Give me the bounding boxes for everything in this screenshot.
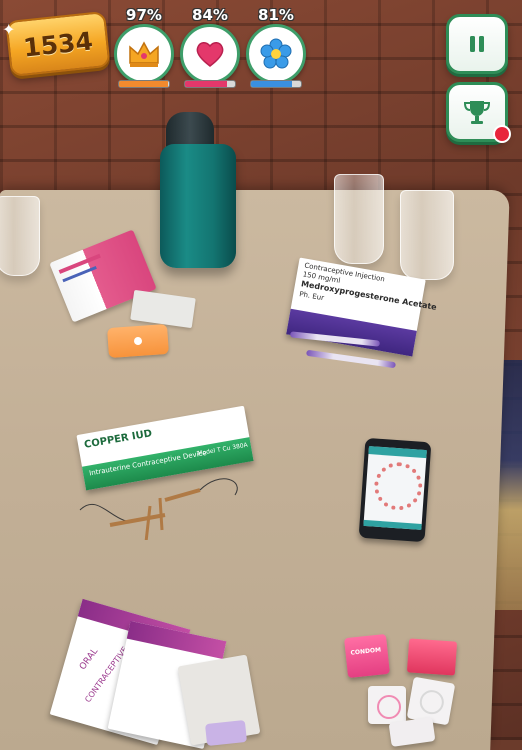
stat-crown-percent: 97% bbox=[126, 6, 162, 24]
stat-crown-bar bbox=[118, 80, 170, 88]
stat-heart[interactable]: 84% bbox=[180, 6, 240, 88]
iud-devices[interactable] bbox=[70, 470, 250, 543]
cycle-ring bbox=[372, 460, 424, 512]
condom-box-2[interactable] bbox=[406, 638, 458, 676]
stat-crown[interactable]: 97% bbox=[114, 6, 174, 88]
water-bottle[interactable] bbox=[158, 112, 238, 270]
sparkle-icon: ✦ bbox=[2, 20, 16, 39]
stat-crown-circle bbox=[114, 24, 174, 84]
trophy-icon bbox=[463, 101, 491, 124]
plastic-cup-left[interactable] bbox=[0, 196, 40, 276]
stat-flower-percent: 81% bbox=[258, 6, 294, 24]
bottle-body bbox=[160, 144, 236, 268]
contraceptive-patch[interactable] bbox=[107, 323, 169, 359]
stat-flower[interactable]: 81% bbox=[246, 6, 306, 88]
stat-heart-percent: 84% bbox=[192, 6, 228, 24]
stat-flower-circle bbox=[246, 24, 306, 84]
pause-icon bbox=[470, 36, 484, 52]
flower-icon bbox=[260, 38, 292, 69]
stat-heart-circle bbox=[180, 24, 240, 84]
smartphone[interactable] bbox=[358, 437, 432, 543]
iud-device-svg bbox=[79, 478, 238, 543]
pause-button[interactable] bbox=[446, 14, 508, 74]
condom-box[interactable]: CONDOM bbox=[344, 633, 390, 679]
trophy-button[interactable] bbox=[446, 82, 511, 143]
condom-wrapper-1[interactable] bbox=[368, 686, 406, 724]
score-counter: 1534 bbox=[5, 10, 111, 78]
plastic-cup-right[interactable] bbox=[400, 190, 454, 280]
phone-screen bbox=[363, 446, 427, 530]
stat-heart-bar bbox=[184, 80, 236, 88]
heart-icon bbox=[196, 42, 224, 67]
notification-dot bbox=[493, 125, 511, 143]
plastic-cup-middle[interactable] bbox=[334, 174, 384, 264]
crown-icon bbox=[129, 41, 159, 67]
stat-flower-bar bbox=[250, 80, 302, 88]
score-value: 1534 bbox=[21, 25, 95, 63]
pill-blister[interactable] bbox=[204, 719, 248, 747]
condom-label: CONDOM bbox=[350, 646, 382, 657]
